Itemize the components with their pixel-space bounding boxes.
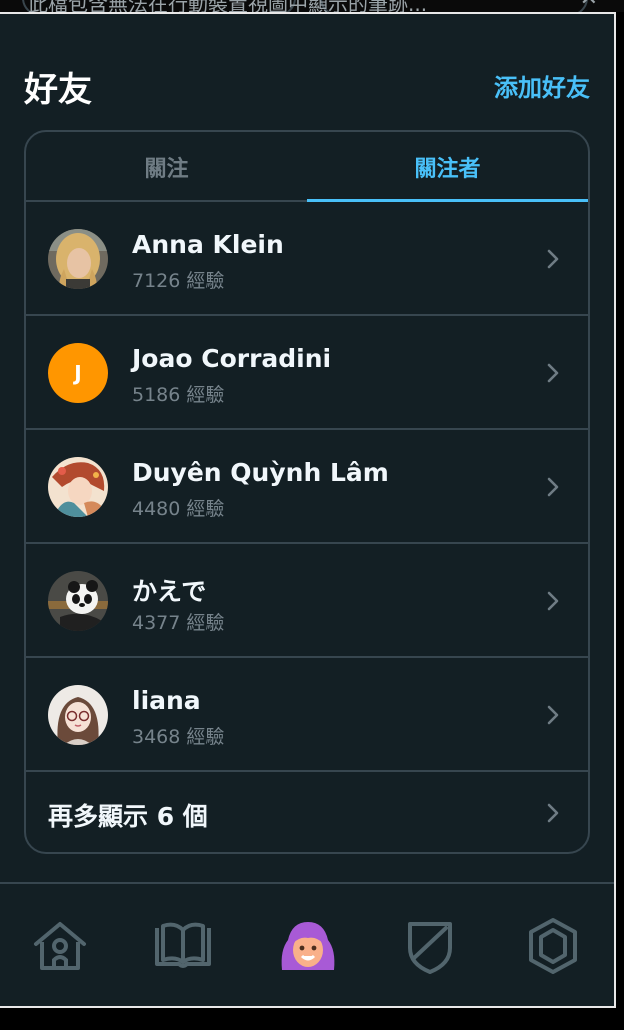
list-item[interactable]: J Joao Corradini 5186 經驗 — [26, 316, 588, 430]
tab-followers[interactable]: 關注者 — [307, 132, 588, 202]
list-item[interactable]: liana 3468 經驗 — [26, 658, 588, 772]
hexagon-icon[interactable] — [521, 914, 585, 978]
friends-tabs: 關注 關注者 — [26, 132, 588, 202]
banner-text: 此檔包含無法在行動裝置視圖中顯示的筆跡... — [28, 0, 428, 12]
avatar — [48, 685, 108, 745]
shield-icon[interactable] — [398, 914, 462, 978]
friends-header: 好友 添加好友 — [24, 62, 590, 110]
chevron-right-icon — [547, 803, 559, 823]
list-item[interactable]: Anna Klein 7126 經驗 — [26, 202, 588, 316]
friend-name: Duyên Quỳnh Lâm — [132, 458, 389, 487]
avatar — [48, 457, 108, 517]
show-more-label: 再多顯示 6 個 — [48, 802, 208, 831]
bottom-nav — [0, 884, 614, 1006]
chevron-right-icon — [547, 705, 559, 725]
friend-name: Anna Klein — [132, 230, 284, 259]
followers-list: Anna Klein 7126 經驗 J Joao Corradini 5186… — [26, 202, 588, 852]
avatar — [48, 571, 108, 631]
avatar-initial: J — [74, 361, 82, 385]
chevron-right-icon — [547, 591, 559, 611]
friend-xp: 4377 經驗 — [132, 612, 225, 634]
avatar — [48, 229, 108, 289]
chevron-right-icon — [547, 477, 559, 497]
add-friend-button[interactable]: 添加好友 — [494, 68, 590, 103]
friend-xp: 4480 經驗 — [132, 498, 225, 520]
friend-xp: 3468 經驗 — [132, 726, 225, 748]
page-title: 好友 — [24, 70, 92, 110]
friend-name: liana — [132, 686, 201, 715]
list-item[interactable]: Duyên Quỳnh Lâm 4480 經驗 — [26, 430, 588, 544]
book-icon[interactable] — [151, 914, 215, 978]
friends-card: 關注 關注者 Anna Klein 7126 經驗 J Joao Corradi… — [24, 130, 590, 854]
background-banner: 此檔包含無法在行動裝置視圖中顯示的筆跡... ✕ — [0, 0, 624, 12]
tab-following[interactable]: 關注 — [26, 132, 307, 202]
friend-name: かえで — [132, 577, 207, 606]
list-item[interactable]: かえで 4377 經驗 — [26, 544, 588, 658]
chevron-right-icon — [547, 363, 559, 383]
profile-icon[interactable] — [276, 914, 340, 978]
avatar: J — [48, 343, 108, 403]
friend-name: Joao Corradini — [132, 344, 332, 373]
home-icon[interactable] — [28, 914, 92, 978]
friend-xp: 7126 經驗 — [132, 270, 225, 292]
show-more-button[interactable]: 再多顯示 6 個 — [26, 772, 588, 852]
chevron-right-icon — [547, 249, 559, 269]
friend-xp: 5186 經驗 — [132, 384, 225, 406]
close-icon[interactable]: ✕ — [580, 0, 598, 11]
friends-panel: 好友 添加好友 關注 關注者 Anna Klein 7126 經驗 J Joao… — [0, 12, 616, 1008]
